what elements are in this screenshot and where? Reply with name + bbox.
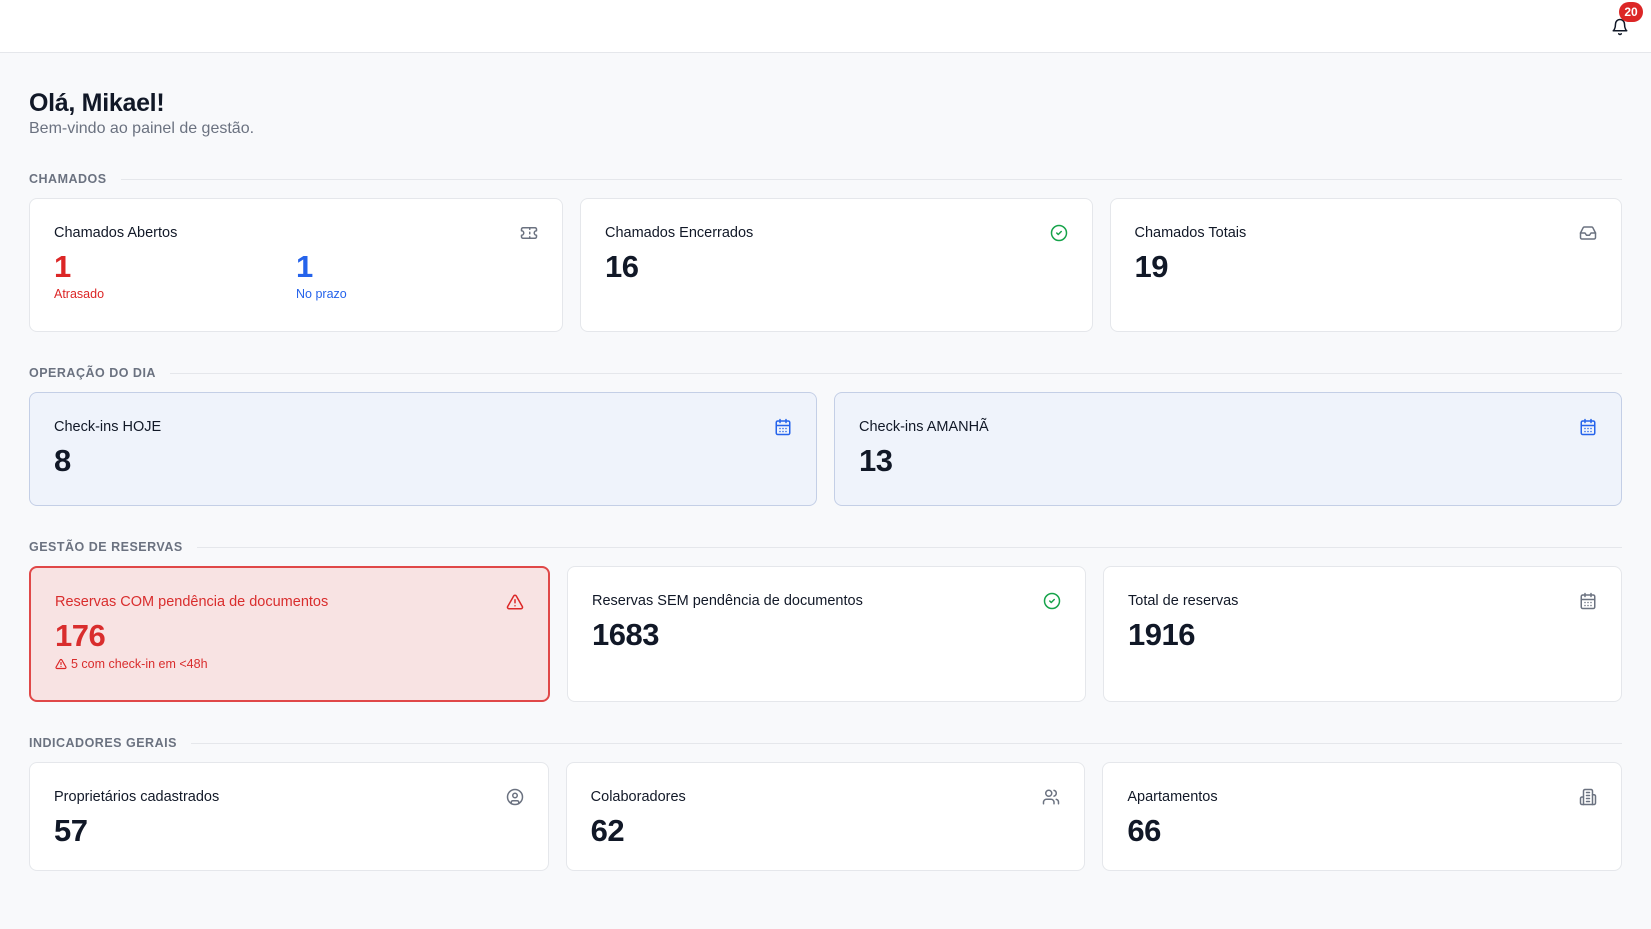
card-value: 1916 — [1128, 617, 1195, 652]
check-circle-icon — [1050, 224, 1068, 242]
card-value: 16 — [605, 249, 639, 284]
card-title: Reservas SEM pendência de documentos — [592, 593, 863, 609]
card-proprietarios[interactable]: Proprietários cadastrados 57 — [29, 762, 549, 871]
calendar-icon — [1579, 592, 1597, 610]
notifications-button[interactable]: 20 — [1611, 2, 1643, 38]
top-bar: 20 — [0, 0, 1651, 53]
users-icon — [1042, 788, 1060, 806]
card-checkins-amanha[interactable]: Check-ins AMANHÃ 13 — [834, 392, 1622, 506]
page-title: Olá, Mikael! — [29, 89, 165, 117]
card-title: Total de reservas — [1128, 593, 1239, 609]
card-value: 62 — [590, 813, 625, 848]
ticket-icon — [520, 224, 538, 242]
check-circle-icon — [1043, 592, 1061, 610]
card-title: Chamados Encerrados — [605, 225, 754, 241]
card-chamados-encerrados[interactable]: Chamados Encerrados 16 — [580, 198, 1093, 332]
card-value: 176 — [55, 618, 106, 653]
page-subtitle: Bem-vindo ao painel de gestão. — [29, 120, 255, 137]
user-circle-icon — [506, 788, 524, 806]
calendar-icon — [774, 418, 792, 436]
card-colaboradores[interactable]: Colaboradores 62 — [565, 762, 1086, 871]
card-value: 66 — [1127, 813, 1161, 848]
card-total-reservas[interactable]: Total de reservas 1916 — [1103, 566, 1622, 702]
alert-triangle-icon — [506, 593, 524, 611]
card-value: 13 — [859, 443, 893, 478]
section-label: CHAMADOS — [29, 172, 107, 186]
card-value: 19 — [1134, 249, 1169, 284]
on-time-count: 1 — [296, 249, 313, 284]
card-value: 57 — [54, 813, 88, 848]
warning-note: 5 com check-in em <48h — [55, 657, 524, 671]
section-reservas: GESTÃO DE RESERVAS — [29, 540, 1622, 554]
on-time-label: No prazo — [296, 287, 347, 301]
main-content: Olá, Mikael! Bem-vindo ao painel de gest… — [0, 53, 1651, 871]
notification-badge: 20 — [1619, 2, 1643, 22]
card-checkins-hoje[interactable]: Check-ins HOJE 8 — [29, 392, 817, 506]
card-apartamentos[interactable]: Apartamentos 66 — [1102, 762, 1623, 871]
card-value: 1683 — [592, 617, 659, 652]
section-label: OPERAÇÃO DO DIA — [29, 366, 156, 380]
card-title: Apartamentos — [1127, 789, 1218, 805]
card-title: Check-ins HOJE — [54, 419, 162, 435]
overdue-label: Atrasado — [54, 287, 105, 301]
card-title: Proprietários cadastrados — [54, 789, 220, 805]
card-chamados-abertos[interactable]: Chamados Abertos 1 Atrasado 1 No prazo — [29, 198, 563, 332]
warning-text: 5 com check-in em <48h — [71, 657, 208, 671]
building-icon — [1579, 788, 1597, 806]
inbox-icon — [1579, 224, 1597, 242]
card-title: Chamados Abertos — [54, 225, 178, 241]
section-label: GESTÃO DE RESERVAS — [29, 540, 183, 554]
overdue-count: 1 — [54, 249, 71, 284]
card-reservas-com-pendencia[interactable]: Reservas COM pendência de documentos 176… — [29, 566, 550, 702]
section-operacao: OPERAÇÃO DO DIA — [29, 366, 1622, 380]
card-title: Chamados Totais — [1134, 225, 1247, 241]
card-title: Check-ins AMANHÃ — [859, 419, 989, 435]
card-reservas-sem-pendencia[interactable]: Reservas SEM pendência de documentos 168… — [567, 566, 1086, 702]
card-title: Reservas COM pendência de documentos — [55, 594, 329, 610]
section-label: INDICADORES GERAIS — [29, 736, 177, 750]
calendar-icon — [1579, 418, 1597, 436]
card-value: 8 — [54, 443, 71, 478]
section-indicadores: INDICADORES GERAIS — [29, 736, 1622, 750]
card-title: Colaboradores — [590, 789, 686, 805]
card-chamados-totais[interactable]: Chamados Totais 19 — [1109, 198, 1622, 332]
alert-triangle-icon — [55, 658, 67, 670]
section-chamados: CHAMADOS — [29, 172, 1622, 186]
